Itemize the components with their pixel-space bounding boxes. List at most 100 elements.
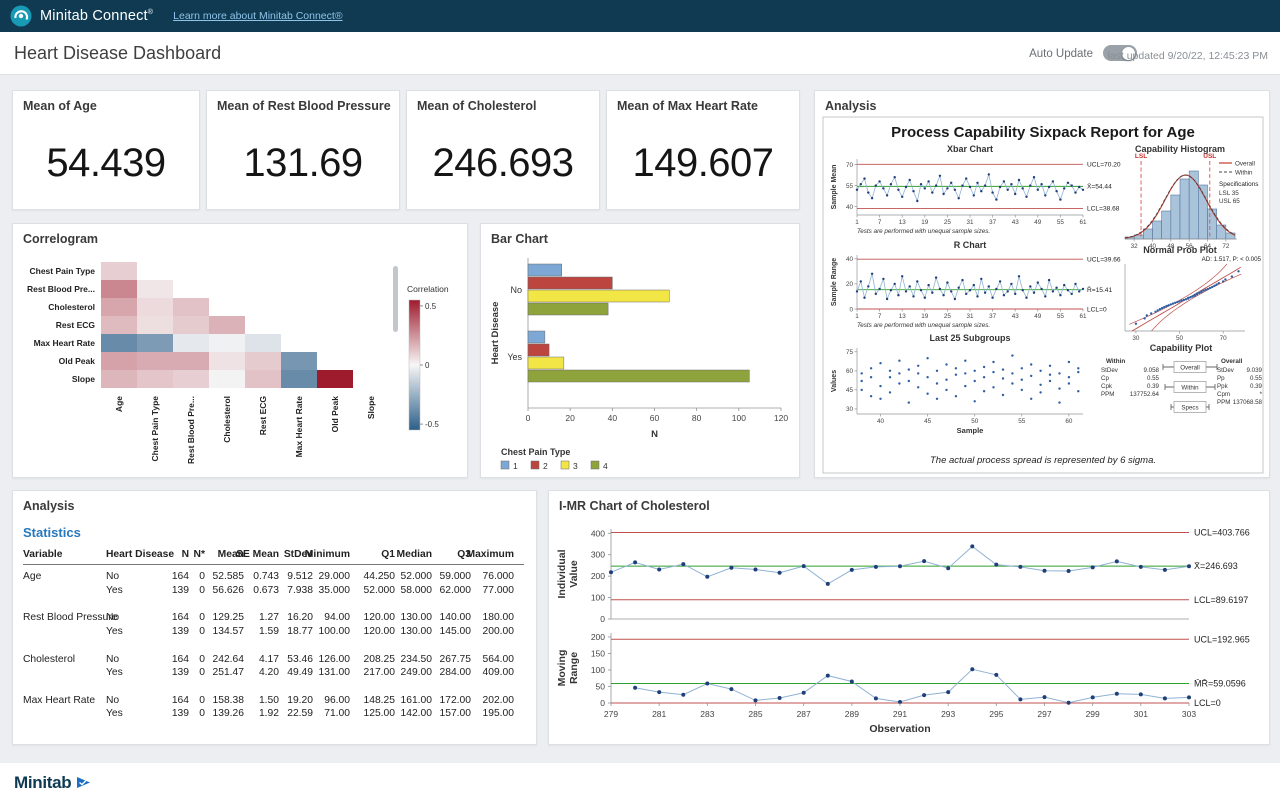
kpi-value: 131.69 [207,141,399,186]
dashboard-header: Heart Disease Dashboard Auto Update last… [0,32,1280,75]
svg-text:0: 0 [425,361,430,370]
svg-text:7: 7 [878,313,882,320]
capability-sixpack-chart: Process Capability Sixpack Report for Ag… [815,91,1271,479]
svg-text:Within: Within [1181,385,1199,392]
svg-text:LCL=0: LCL=0 [1087,306,1107,313]
svg-text:291: 291 [893,709,907,719]
svg-text:60: 60 [1065,418,1073,425]
svg-text:3: 3 [573,461,578,471]
svg-text:Specifications: Specifications [1219,181,1258,188]
svg-text:50: 50 [971,418,979,425]
svg-text:20: 20 [565,413,575,423]
svg-text:60: 60 [650,413,660,423]
svg-text:Slope: Slope [72,374,95,384]
svg-text:4: 4 [603,461,608,471]
kpi-card-mean-max-hr: Mean of Max Heart Rate 149.607 [606,90,800,210]
svg-text:Capability Plot: Capability Plot [1150,343,1213,353]
svg-text:49: 49 [1034,219,1042,226]
kpi-title: Mean of Cholesterol [417,99,536,113]
svg-text:283: 283 [700,709,714,719]
svg-text:Within: Within [1235,170,1253,177]
svg-text:USL: USL [1203,153,1216,160]
correlogram-heatmap: Chest Pain TypeRest Blood Pre...Choleste… [13,224,469,479]
svg-text:1: 1 [855,313,859,320]
stats-cell: Cholesterol [23,654,75,665]
panel-title: Bar Chart [491,232,548,246]
kpi-value: 246.693 [407,141,599,186]
statistics-table: VariableHeart DiseaseNN*MeanSE MeanStDev… [13,491,538,746]
svg-text:M̄R̄=59.0596: M̄R̄=59.0596 [1194,678,1246,688]
kpi-card-mean-rest-bp: Mean of Rest Blood Pressure 131.69 [206,90,400,210]
svg-text:100: 100 [732,413,746,423]
svg-text:Cpm: Cpm [1217,391,1230,398]
svg-text:200: 200 [591,571,605,581]
svg-text:Ppk: Ppk [1217,383,1229,390]
stats-cell: Age [23,571,41,582]
stats-cell: 180.00 [446,612,514,623]
svg-text:0.39: 0.39 [1147,383,1160,390]
learn-more-link[interactable]: Learn more about Minitab Connect® [173,10,342,22]
minitab-logo-mark-icon [75,774,92,791]
svg-text:-0.5: -0.5 [425,420,439,429]
svg-text:1: 1 [513,461,518,471]
page-title: Heart Disease Dashboard [14,43,221,64]
svg-text:Rest ECG: Rest ECG [56,320,96,330]
svg-text:Yes: Yes [507,352,522,362]
stats-header-cell: Variable [23,549,63,560]
auto-update-label: Auto Update [1029,48,1093,60]
svg-text:Normal Prob Plot: Normal Prob Plot [1143,245,1217,255]
svg-text:Rest ECG: Rest ECG [258,396,268,436]
svg-text:45: 45 [924,418,932,425]
svg-text:0: 0 [600,614,605,624]
svg-text:100: 100 [591,593,605,603]
svg-text:19: 19 [921,219,929,226]
minitab-logo-text: Minitab [14,773,71,793]
svg-text:40: 40 [846,204,854,211]
svg-text:40: 40 [608,413,618,423]
svg-text:PPM: PPM [1101,391,1114,398]
svg-text:9.039: 9.039 [1247,367,1263,374]
svg-text:31: 31 [966,219,974,226]
stats-cell: No [106,654,119,665]
svg-text:297: 297 [1037,709,1051,719]
svg-text:137068.58: 137068.58 [1233,399,1263,406]
svg-text:72: 72 [1222,243,1230,250]
svg-text:20: 20 [846,281,854,288]
svg-text:StDev: StDev [1101,367,1119,374]
svg-text:Value: Value [568,560,580,588]
panel-title: I-MR Chart of Cholesterol [559,499,710,513]
svg-text:Chest Pain Type: Chest Pain Type [30,266,96,276]
sixpack-panel: Analysis Process Capability Sixpack Repo… [814,90,1270,478]
svg-text:60: 60 [846,368,854,375]
svg-text:Within: Within [1106,358,1125,365]
svg-text:45: 45 [846,387,854,394]
svg-text:LSL 35: LSL 35 [1219,190,1239,197]
last-updated-text: last updated 9/20/22, 12:45:23 PM [1107,50,1268,62]
kpi-card-mean-age: Mean of Age 54.439 [12,90,200,210]
svg-text:The actual process spread is r: The actual process spread is represented… [930,455,1156,466]
svg-text:40: 40 [877,418,885,425]
svg-text:279: 279 [604,709,618,719]
svg-text:X̄=54.44: X̄=54.44 [1087,183,1112,191]
svg-text:13: 13 [899,313,907,320]
svg-text:293: 293 [941,709,955,719]
stats-cell: No [106,612,119,623]
svg-text:Slope: Slope [366,396,376,419]
svg-text:Pp: Pp [1217,375,1225,382]
svg-text:43: 43 [1012,313,1020,320]
svg-text:0.5: 0.5 [425,302,437,311]
svg-text:137752.64: 137752.64 [1130,391,1160,398]
svg-text:Sample Mean: Sample Mean [831,165,838,210]
svg-text:301: 301 [1134,709,1148,719]
svg-text:43: 43 [1012,219,1020,226]
svg-text:61: 61 [1079,313,1087,320]
svg-text:Process Capability Sixpack Rep: Process Capability Sixpack Report for Ag… [891,124,1195,141]
svg-text:287: 287 [797,709,811,719]
svg-text:Sample Range: Sample Range [831,258,838,306]
svg-text:303: 303 [1182,709,1196,719]
svg-text:Chest Pain Type: Chest Pain Type [501,447,570,457]
stats-header-rule [23,564,524,565]
svg-text:Moving: Moving [556,650,568,687]
svg-text:Cpk: Cpk [1101,383,1113,390]
stats-cell: 200.00 [446,626,514,637]
